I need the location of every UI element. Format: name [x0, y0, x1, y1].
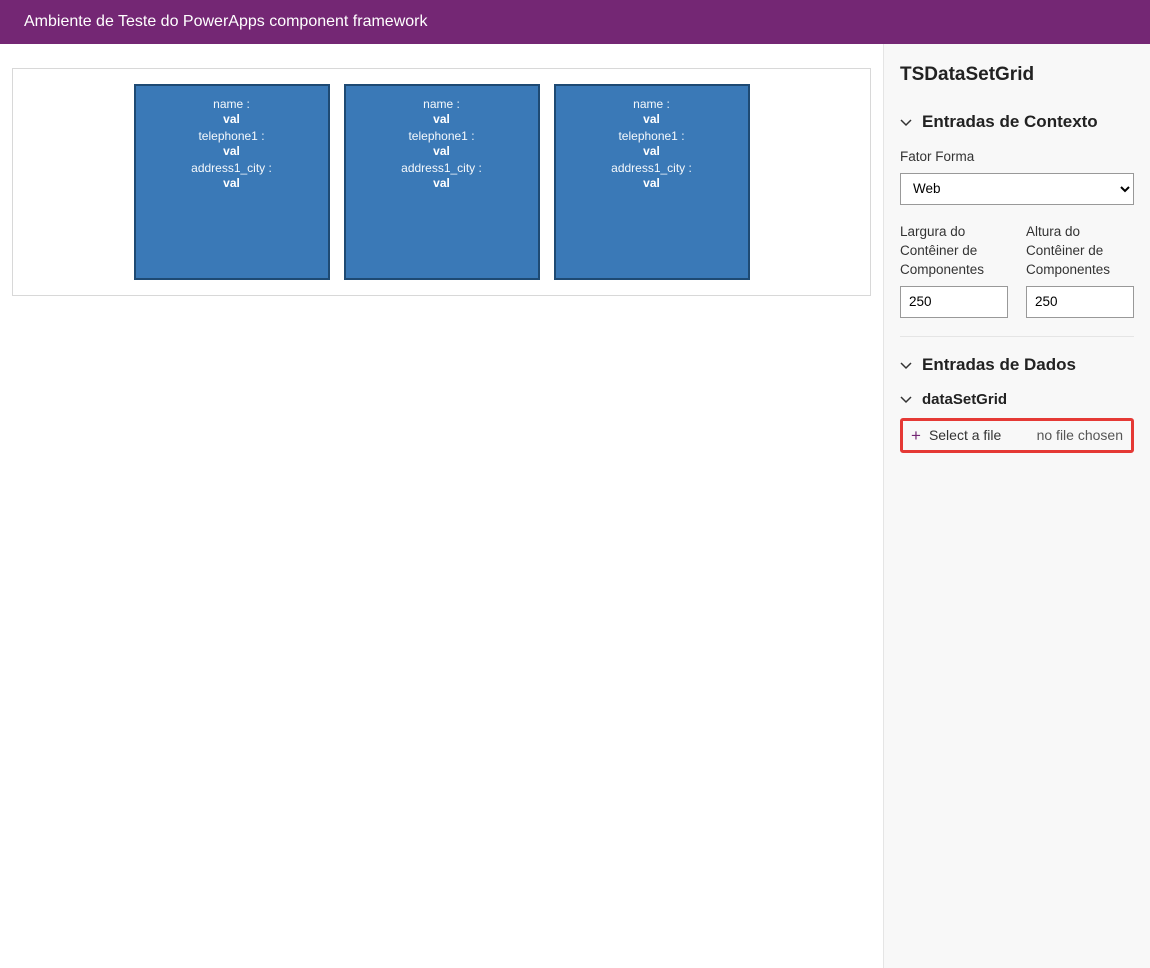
context-inputs-section: Entradas de Contexto Fator Forma Web Lar… — [900, 112, 1134, 337]
panel-title: TSDataSetGrid — [900, 64, 1134, 86]
card-field-label: address1_city : — [346, 161, 538, 175]
card-field-label: name : — [556, 97, 748, 111]
dataset-card[interactable]: name : val telephone1 : val address1_cit… — [134, 84, 330, 280]
dataset-card[interactable]: name : val telephone1 : val address1_cit… — [344, 84, 540, 280]
app-body: name : val telephone1 : val address1_cit… — [0, 44, 1150, 968]
card-field-label: address1_city : — [556, 161, 748, 175]
card-field-label: address1_city : — [136, 161, 328, 175]
card-field-label: name : — [136, 97, 328, 111]
chevron-down-icon — [900, 359, 912, 371]
card-field-value: val — [556, 144, 748, 158]
card-field-value: val — [136, 112, 328, 126]
card-field-label: name : — [346, 97, 538, 111]
card-field-label: telephone1 : — [556, 129, 748, 143]
context-inputs-heading: Entradas de Contexto — [922, 112, 1098, 132]
card-field-value: val — [556, 176, 748, 190]
container-width-input[interactable] — [900, 286, 1008, 318]
container-height-label: Altura do Contêiner de Componentes — [1026, 223, 1134, 280]
card-field-value: val — [136, 144, 328, 158]
card-field-label: telephone1 : — [136, 129, 328, 143]
card-field-value: val — [136, 176, 328, 190]
select-file-button[interactable]: + Select a file no file chosen — [900, 418, 1134, 453]
app-header: Ambiente de Teste do PowerApps component… — [0, 0, 1150, 44]
form-factor-select[interactable]: Web — [900, 173, 1134, 205]
card-field-label: telephone1 : — [346, 129, 538, 143]
chevron-down-icon — [900, 393, 912, 405]
component-preview-frame: name : val telephone1 : val address1_cit… — [12, 68, 871, 296]
dataset-card[interactable]: name : val telephone1 : val address1_cit… — [554, 84, 750, 280]
datasetgrid-toggle[interactable]: dataSetGrid — [900, 391, 1134, 408]
no-file-chosen-label: no file chosen — [1037, 427, 1123, 443]
app-title: Ambiente de Teste do PowerApps component… — [24, 13, 427, 31]
card-field-value: val — [346, 112, 538, 126]
card-field-value: val — [346, 144, 538, 158]
container-height-input[interactable] — [1026, 286, 1134, 318]
side-panel: TSDataSetGrid Entradas de Contexto Fator… — [883, 44, 1150, 968]
chevron-down-icon — [900, 116, 912, 128]
form-factor-label: Fator Forma — [900, 148, 1134, 167]
card-field-value: val — [346, 176, 538, 190]
select-file-label: Select a file — [929, 427, 1001, 443]
card-field-value: val — [556, 112, 748, 126]
plus-icon: + — [911, 427, 921, 444]
canvas-area: name : val telephone1 : val address1_cit… — [0, 44, 883, 968]
container-width-label: Largura do Contêiner de Componentes — [900, 223, 1008, 280]
data-inputs-section: Entradas de Dados dataSetGrid + Select a… — [900, 355, 1134, 471]
datasetgrid-subheading: dataSetGrid — [922, 391, 1007, 408]
data-inputs-toggle[interactable]: Entradas de Dados — [900, 355, 1134, 375]
data-inputs-heading: Entradas de Dados — [922, 355, 1076, 375]
context-inputs-toggle[interactable]: Entradas de Contexto — [900, 112, 1134, 132]
